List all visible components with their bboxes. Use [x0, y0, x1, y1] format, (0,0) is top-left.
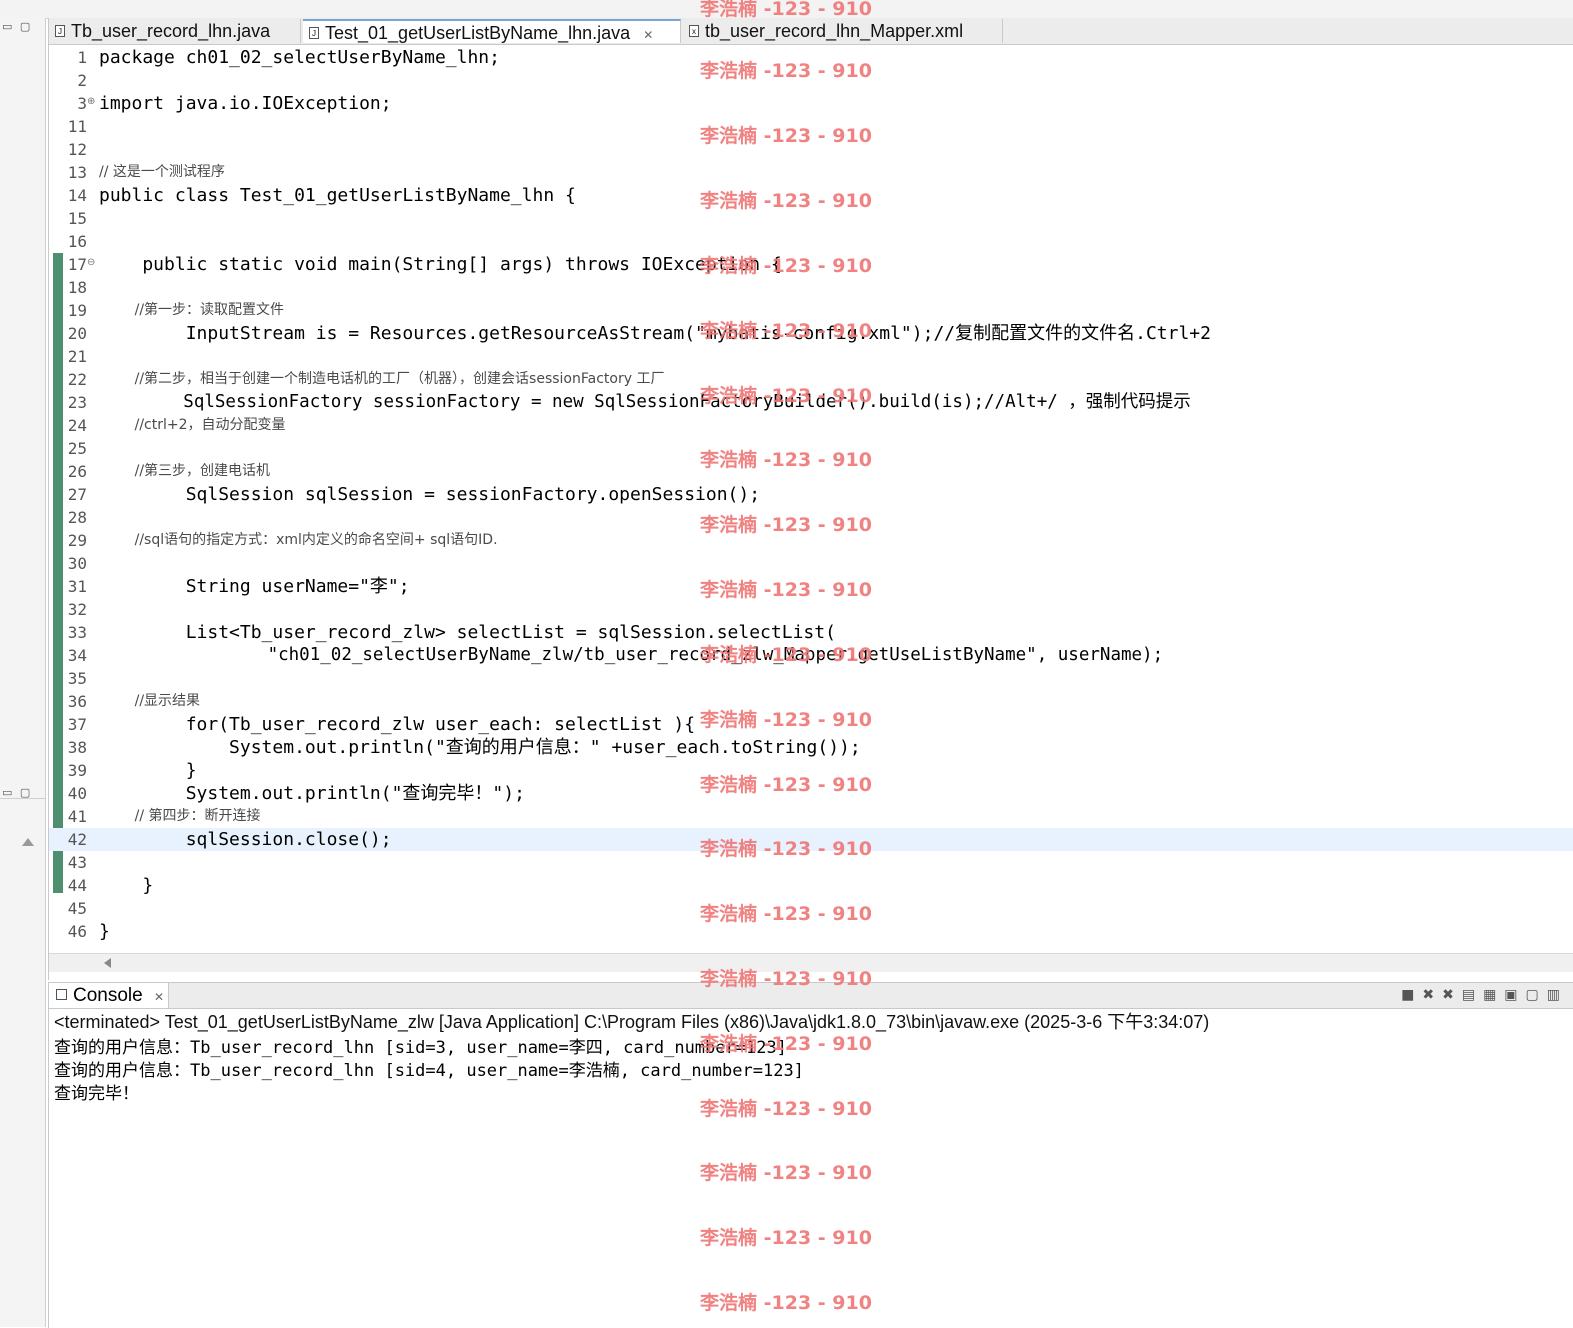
code-line: 21: [67, 347, 87, 366]
panel-minmax-controls-lower[interactable]: ▭ ▢: [2, 786, 32, 799]
remove-launch-icon[interactable]: ✖: [1422, 987, 1442, 1003]
scroll-lock-icon[interactable]: ▦: [1483, 987, 1504, 1003]
left-side-panel: ▭ ▢ ▭ ▢: [0, 18, 46, 1327]
panel-minmax-controls[interactable]: ▭ ▢: [2, 20, 32, 33]
tab-mapper-xml[interactable]: x tb_user_record_lhn_Mapper.xml: [683, 19, 1003, 43]
code-line: 13// 这是一个测试程序: [67, 163, 225, 182]
watermark: 李浩楠 -123 - 910: [700, 1162, 872, 1184]
watermark: 李浩楠 -123 - 910: [700, 774, 872, 796]
watermark: 李浩楠 -123 - 910: [700, 1033, 872, 1055]
code-line: 18: [67, 278, 87, 297]
watermark: 李浩楠 -123 - 910: [700, 838, 872, 860]
watermark: 李浩楠 -123 - 910: [700, 1292, 872, 1314]
console-output-line: 查询完毕！: [54, 1084, 139, 1104]
code-line: 27 SqlSession sqlSession = sessionFactor…: [67, 484, 761, 505]
expand-fold-icon[interactable]: ⊕: [87, 92, 95, 112]
tab-console[interactable]: Console ✕: [49, 983, 169, 1008]
watermark: 李浩楠 -123 - 910: [700, 514, 872, 536]
close-icon[interactable]: ✕: [643, 23, 653, 47]
code-line: 44 }: [67, 875, 154, 896]
console-output-line: 查询的用户信息：Tb_user_record_lhn [sid=3, user_…: [54, 1038, 787, 1058]
tab-tb-user-record-java[interactable]: J Tb_user_record_lhn.java: [49, 19, 301, 43]
stop-icon[interactable]: ■: [1401, 987, 1422, 1003]
watermark: 李浩楠 -123 - 910: [700, 125, 872, 147]
display-console-icon[interactable]: ▢: [1526, 987, 1547, 1003]
console-icon: [56, 989, 67, 1000]
terminated-status: <terminated> Test_01_getUserListByName_z…: [54, 1012, 1210, 1032]
java-file-icon: J: [309, 27, 319, 39]
watermark: 李浩楠 -123 - 910: [700, 449, 872, 471]
watermark: 李浩楠 -123 - 910: [700, 903, 872, 925]
code-line: 16: [67, 232, 87, 251]
watermark: 李浩楠 -123 - 910: [700, 1227, 872, 1249]
console-output-line: 查询的用户信息：Tb_user_record_lhn [sid=4, user_…: [54, 1061, 804, 1081]
console-toolbar[interactable]: ■✖✖▤▦▣▢▥: [1401, 987, 1568, 1003]
watermark: 李浩楠 -123 - 910: [700, 579, 872, 601]
scroll-left-icon[interactable]: [104, 958, 111, 968]
scroll-up-icon[interactable]: [22, 838, 34, 846]
watermark: 李浩楠 -123 - 910: [700, 60, 872, 82]
tab-test-01-java[interactable]: J Test_01_getUserListByName_lhn.java ✕: [303, 19, 681, 43]
remove-all-icon[interactable]: ✖: [1442, 987, 1462, 1003]
watermark: 李浩楠 -123 - 910: [700, 709, 872, 731]
watermark: 李浩楠 -123 - 910: [700, 0, 872, 20]
open-console-icon[interactable]: ▥: [1547, 987, 1568, 1003]
code-line: 24 //ctrl+2，自动分配变量: [67, 416, 286, 435]
collapse-fold-icon[interactable]: ⊖: [87, 253, 95, 273]
editor-tab-bar: J Tb_user_record_lhn.java J Test_01_getU…: [49, 18, 1573, 45]
watermark: 李浩楠 -123 - 910: [700, 1098, 872, 1120]
code-area[interactable]: 1 package ch01_02_selectUserByName_lhn; 2…: [49, 46, 1573, 951]
xml-file-icon: x: [689, 25, 699, 37]
clear-console-icon[interactable]: ▤: [1462, 987, 1483, 1003]
watermark: 李浩楠 -123 - 910: [700, 385, 872, 407]
code-line: 35: [67, 669, 87, 688]
watermark: 李浩楠 -123 - 910: [700, 644, 872, 666]
code-line: 38 System.out.println("查询的用户信息：" +user_e…: [67, 737, 861, 758]
watermark: 李浩楠 -123 - 910: [700, 255, 872, 277]
pin-console-icon[interactable]: ▣: [1504, 987, 1525, 1003]
close-icon[interactable]: ✕: [154, 990, 164, 1004]
code-line: 41 // 第四步：断开连接: [67, 807, 261, 826]
java-file-icon: J: [55, 25, 65, 37]
code-line: 30: [67, 554, 87, 573]
watermark: 李浩楠 -123 - 910: [700, 190, 872, 212]
code-line: 3 ⊕ import java.io.IOException;: [77, 92, 392, 114]
watermark: 李浩楠 -123 - 910: [700, 320, 872, 342]
watermark: 李浩楠 -123 - 910: [700, 968, 872, 990]
